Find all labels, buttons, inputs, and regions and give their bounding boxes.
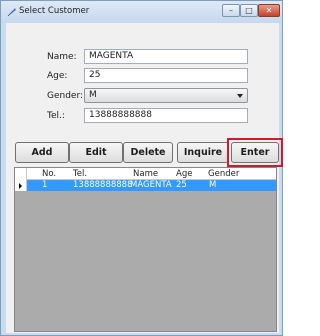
window-title: Select Customer [19,6,90,16]
gender-select[interactable]: M [84,88,248,103]
customer-grid[interactable]: No. Tel. Name Age Gender 1 13888888888 M… [14,167,277,332]
column-header-tel[interactable]: Tel. [73,169,87,179]
app-feather-icon [7,7,17,17]
cell-name[interactable]: MAGENTA [130,180,172,191]
delete-button[interactable]: Delete [123,142,173,163]
minimize-button[interactable]: – [222,4,240,17]
close-button[interactable]: ✕ [258,4,280,17]
tel-label: Tel.: [47,111,65,121]
chevron-down-icon [237,94,243,98]
select-customer-window: Select Customer – □ ✕ Name: MAGENTA Age:… [0,0,283,336]
gender-select-value: M [89,90,97,100]
grid-corner [15,168,27,180]
row-pointer-icon [19,183,22,189]
maximize-icon: □ [245,6,253,15]
gender-label: Gender: [47,91,84,101]
maximize-button[interactable]: □ [240,4,258,17]
name-field[interactable]: MAGENTA [84,49,248,64]
edit-button[interactable]: Edit [69,142,123,163]
title-bar[interactable]: Select Customer – □ ✕ [1,1,282,23]
table-row[interactable]: 1 13888888888 MAGENTA 25 M [15,180,276,191]
inquire-button[interactable]: Inquire [177,142,229,163]
cell-tel[interactable]: 13888888888 [73,180,133,191]
column-header-name[interactable]: Name [133,169,158,179]
enter-highlight-box [227,138,283,167]
row-header[interactable] [15,180,27,191]
name-label: Name: [47,52,77,62]
column-header-no[interactable]: No. [42,169,56,179]
column-header-gender[interactable]: Gender [208,169,239,179]
minimize-icon: – [229,6,233,15]
tel-field[interactable]: 13888888888 [84,108,248,123]
close-icon: ✕ [265,6,273,15]
cell-age[interactable]: 25 [176,180,187,191]
cell-gender[interactable]: M [209,180,216,191]
column-header-age[interactable]: Age [176,169,192,179]
cell-no[interactable]: 1 [42,180,47,191]
add-button[interactable]: Add [15,142,69,163]
age-label: Age: [47,71,68,81]
age-field[interactable]: 25 [84,68,248,83]
grid-header: No. Tel. Name Age Gender [15,168,276,180]
